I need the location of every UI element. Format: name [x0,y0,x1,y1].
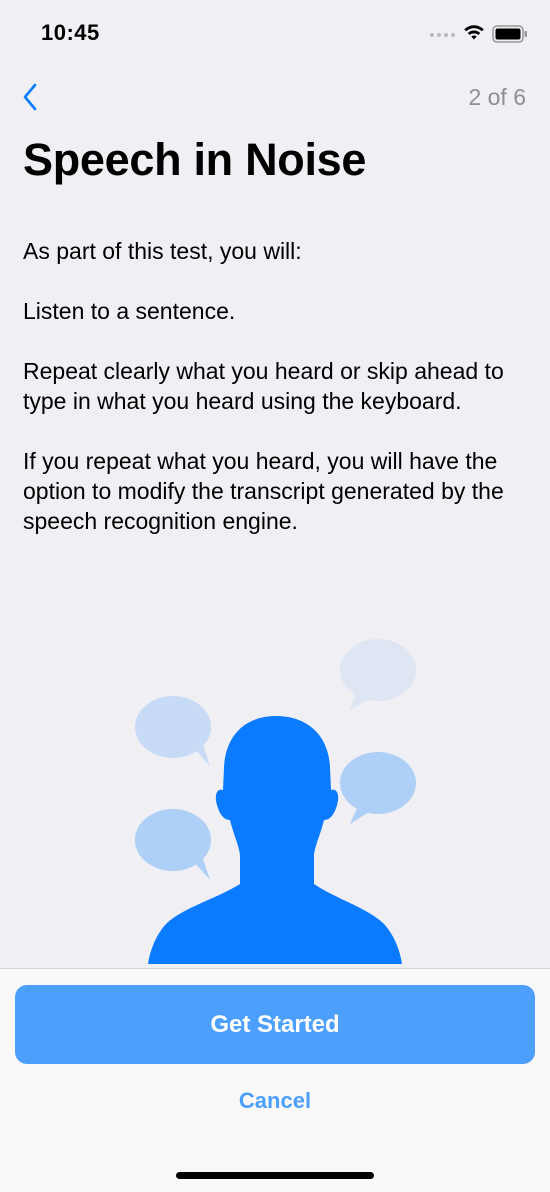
back-button[interactable] [18,80,48,114]
speech-bubble-icon [135,696,211,766]
get-started-button[interactable]: Get Started [15,985,535,1064]
instruction-step-listen: Listen to a sentence. [23,298,236,324]
battery-icon [492,25,527,43]
instructions: As part of this test, you will: Listen t… [23,236,533,566]
person-with-speech-bubbles-icon [135,639,416,964]
step-counter: 2 of 6 [468,84,526,110]
page-title: Speech in Noise [23,134,367,185]
cancel-button[interactable]: Cancel [0,1088,550,1114]
bottom-action-panel: Get Started Cancel [0,968,550,1192]
status-time: 10:45 [41,20,100,45]
home-indicator [176,1172,374,1179]
chevron-left-icon [23,83,37,111]
speech-bubble-icon [340,639,416,710]
navigation-bar: 2 of 6 [0,78,550,118]
instruction-step-repeat: Repeat clearly what you heard or skip ah… [23,358,504,414]
speech-bubble-icon [340,752,416,824]
instruction-intro: As part of this test, you will: [23,238,302,264]
signal-dots-icon [430,33,455,37]
status-bar: 10:45 [0,0,550,70]
instruction-step-modify: If you repeat what you heard, you will h… [23,448,504,534]
wifi-icon [464,25,484,40]
speech-bubble-icon [135,809,211,880]
